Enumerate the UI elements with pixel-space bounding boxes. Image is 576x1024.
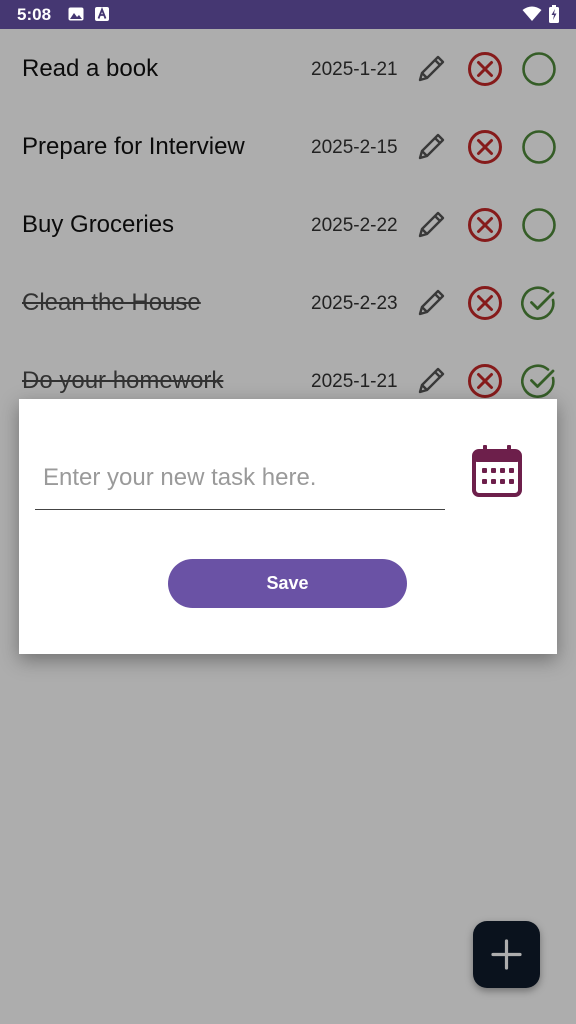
- save-button[interactable]: Save: [168, 559, 407, 608]
- task-input[interactable]: [35, 447, 445, 510]
- a-icon: [95, 7, 109, 26]
- wifi-icon: [522, 6, 542, 27]
- status-bar: 5:08: [0, 0, 576, 29]
- battery-icon: [549, 5, 559, 28]
- status-time: 5:08: [17, 5, 52, 24]
- image-icon: [68, 7, 84, 26]
- calendar-icon[interactable]: [470, 443, 524, 499]
- new-task-dialog: Save: [19, 399, 557, 654]
